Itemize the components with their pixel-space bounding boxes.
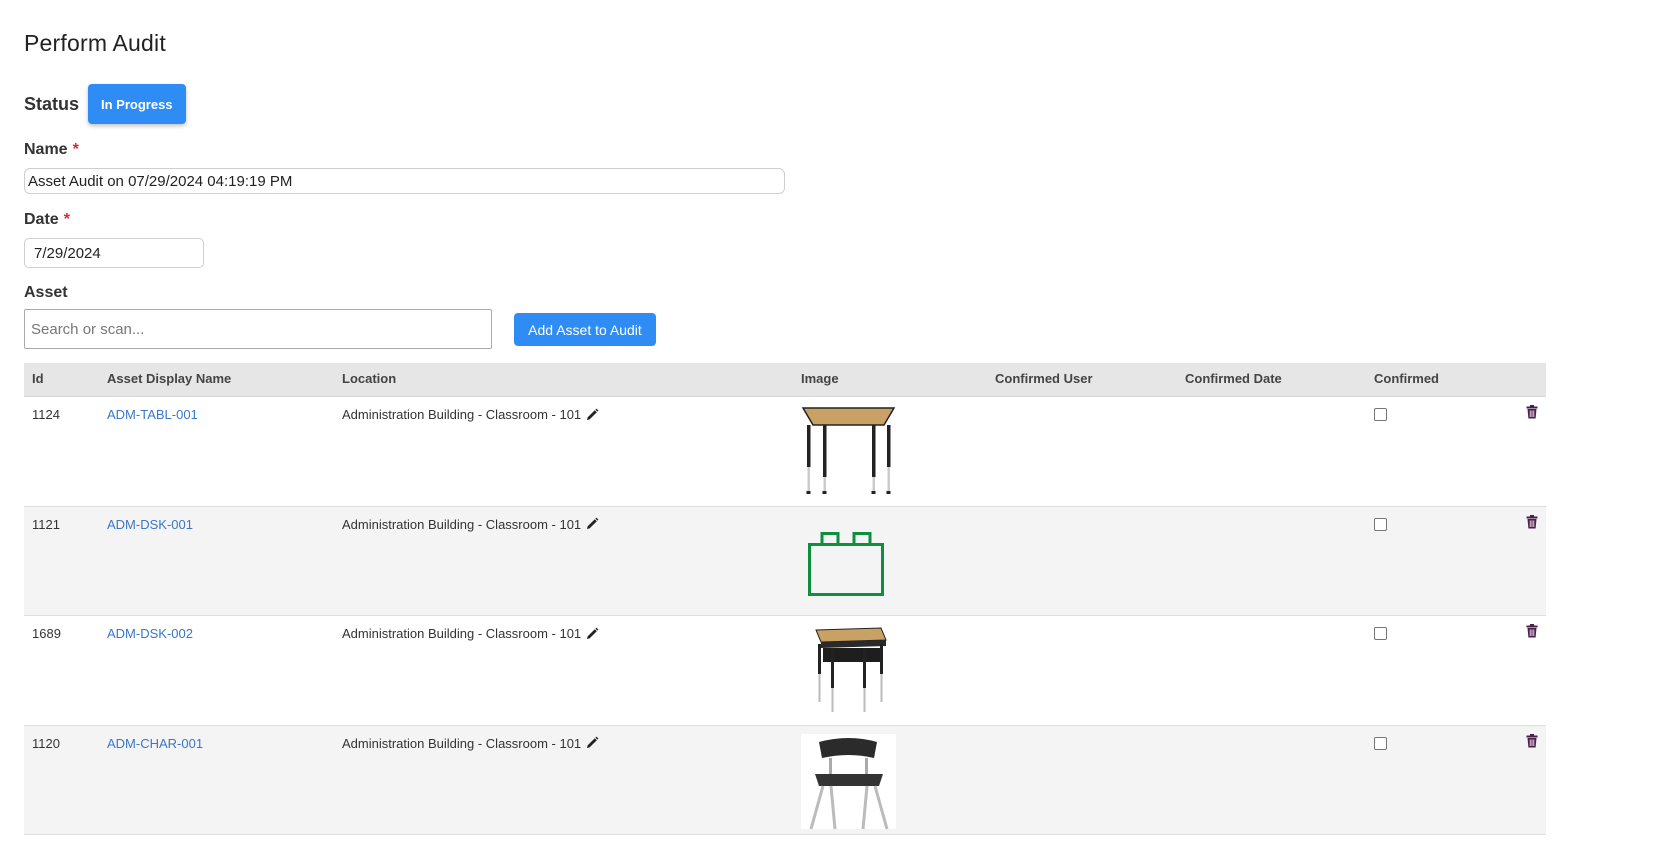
asset-id: 1120 [32,735,60,751]
location-text: Administration Building - Classroom - 10… [342,626,582,641]
asset-name-link[interactable]: ADM-DSK-002 [107,626,193,641]
status-badge: In Progress [88,84,186,124]
placeholder-asset-icon [801,515,896,610]
asset-location: Administration Building - Classroom - 10… [342,407,599,422]
trapezoid-table-image [801,405,896,500]
column-header-location[interactable]: Location [342,363,396,394]
required-mark: * [63,211,70,228]
pencil-icon[interactable] [585,736,599,750]
asset-name-link[interactable]: ADM-DSK-001 [107,517,193,532]
column-header-image[interactable]: Image [801,363,839,394]
date-picker [24,238,204,268]
location-text: Administration Building - Classroom - 10… [342,407,582,422]
pencil-icon[interactable] [585,627,599,641]
name-label-text: Name [24,141,68,158]
asset-name-link[interactable]: ADM-CHAR-001 [107,736,203,751]
column-header-confirmed-user[interactable]: Confirmed User [995,363,1093,394]
trash-icon[interactable] [1526,733,1538,753]
date-label-text: Date [24,211,59,228]
location-text: Administration Building - Classroom - 10… [342,735,582,751]
chair-image [801,733,896,829]
asset-label: Asset [24,284,68,301]
student-desk-image [801,624,896,719]
trash-icon[interactable] [1526,514,1538,534]
table-row: 1120 ADM-CHAR-001 Administration Buildin… [24,725,1546,835]
asset-location: Administration Building - Classroom - 10… [342,626,599,641]
asset-id: 1121 [32,516,60,532]
location-text: Administration Building - Classroom - 10… [342,516,582,532]
confirmed-checkbox[interactable] [1374,408,1387,421]
table-row: 1121 ADM-DSK-001 Administration Building… [24,506,1546,616]
pencil-icon[interactable] [585,408,599,422]
page-title: Perform Audit [24,30,166,56]
trash-icon[interactable] [1526,624,1538,643]
confirmed-checkbox[interactable] [1374,517,1387,531]
date-input[interactable] [25,239,203,267]
column-header-confirmed-date[interactable]: Confirmed Date [1185,363,1282,394]
status-label: Status [24,93,80,114]
table-row: 1689 ADM-DSK-002 Administration Building… [24,616,1546,726]
asset-search-input[interactable] [24,309,492,349]
pencil-icon[interactable] [585,517,599,531]
trash-icon[interactable] [1526,405,1538,424]
column-header-confirmed[interactable]: Confirmed [1374,363,1439,394]
asset-name-link[interactable]: ADM-TABL-001 [107,407,198,422]
confirmed-checkbox[interactable] [1374,736,1387,750]
name-label: Name * [24,141,79,159]
column-header-asset-display-name[interactable]: Asset Display Name [107,363,231,394]
table-header: Id Asset Display Name Location Image Con… [24,363,1546,397]
add-asset-button[interactable]: Add Asset to Audit [514,313,656,346]
asset-location: Administration Building - Classroom - 10… [342,736,599,751]
asset-id: 1689 [32,626,61,641]
column-header-id[interactable]: Id [32,363,44,394]
status-row: Status In Progress [24,84,186,124]
asset-location: Administration Building - Classroom - 10… [342,517,599,532]
audit-assets-table: Id Asset Display Name Location Image Con… [24,363,1546,835]
asset-id: 1124 [32,407,60,422]
name-input[interactable] [24,168,785,194]
table-row: 1124 ADM-TABL-001 Administration Buildin… [24,397,1546,507]
required-mark: * [72,141,79,158]
date-label: Date * [24,211,70,229]
confirmed-checkbox[interactable] [1374,627,1387,640]
